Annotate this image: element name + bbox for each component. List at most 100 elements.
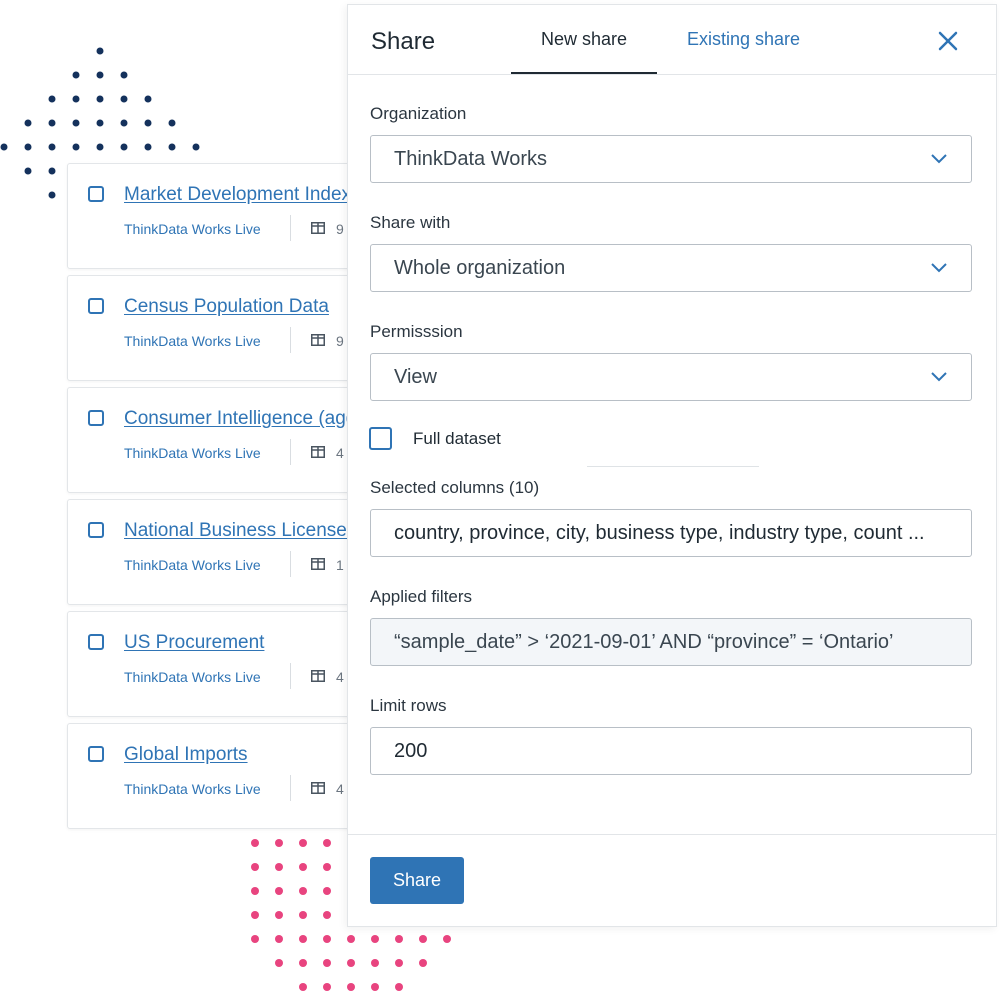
dataset-provider: ThinkData Works Live	[124, 669, 261, 685]
dataset-count: 9	[336, 333, 344, 349]
limit-rows-input[interactable]: 200	[370, 727, 972, 775]
decorative-dot	[48, 167, 56, 175]
decorative-dot	[120, 143, 128, 151]
share-button[interactable]: Share	[370, 857, 464, 904]
selected-columns-label: Selected columns (10)	[370, 478, 540, 497]
decorative-dot	[144, 95, 152, 103]
decorative-dot	[72, 95, 80, 103]
decorative-dot	[251, 863, 259, 871]
permission-value: View	[394, 366, 437, 388]
full-dataset-checkbox[interactable]	[369, 427, 392, 450]
chevron-down-icon	[931, 372, 947, 382]
close-icon[interactable]	[936, 29, 960, 53]
dataset-checkbox[interactable]	[88, 410, 104, 426]
dataset-title-link[interactable]: Global Imports	[124, 744, 248, 766]
dataset-card: Census Population Data ThinkData Works L…	[67, 275, 369, 381]
decorative-dot	[347, 935, 355, 943]
decorative-dot	[299, 983, 307, 991]
decorative-dot	[299, 935, 307, 943]
decorative-dot	[371, 935, 379, 943]
decorative-dot	[251, 887, 259, 895]
dataset-count: 4	[336, 669, 344, 685]
chevron-down-icon	[931, 263, 947, 273]
decorative-dot	[323, 839, 331, 847]
decorative-dot	[323, 983, 331, 991]
applied-filters-label: Applied filters	[370, 587, 473, 606]
divider	[290, 551, 291, 577]
dataset-checkbox[interactable]	[88, 298, 104, 314]
permission-select[interactable]: View	[370, 353, 972, 401]
dataset-count: 4	[336, 445, 344, 461]
share-with-select[interactable]: Whole organization	[370, 244, 972, 292]
dataset-count: 1	[336, 557, 344, 573]
selected-columns-field[interactable]: country, province, city, business type, …	[370, 509, 972, 557]
dataset-count: 4	[336, 781, 344, 797]
table-icon	[311, 334, 325, 346]
decorative-dot	[96, 71, 104, 79]
decorative-dot	[120, 119, 128, 127]
dataset-checkbox[interactable]	[88, 634, 104, 650]
dataset-checkbox[interactable]	[88, 522, 104, 538]
dataset-title-link[interactable]: Consumer Intelligence (agg	[124, 408, 356, 430]
limit-rows-value: 200	[394, 740, 428, 762]
dataset-title-link[interactable]: US Procurement	[124, 632, 264, 654]
decorative-dot	[323, 887, 331, 895]
decorative-dot	[144, 119, 152, 127]
decorative-dot	[275, 959, 283, 967]
decorative-dot	[419, 935, 427, 943]
decorative-dot	[347, 959, 355, 967]
table-icon	[311, 446, 325, 458]
decorative-dot	[323, 935, 331, 943]
table-icon	[311, 670, 325, 682]
decorative-dot	[48, 143, 56, 151]
decorative-dot	[347, 983, 355, 991]
dataset-card: US Procurement ThinkData Works Live 4	[67, 611, 369, 717]
dataset-provider: ThinkData Works Live	[124, 445, 261, 461]
decorative-dot	[299, 959, 307, 967]
dataset-card: National Business Licenses ThinkData Wor…	[67, 499, 369, 605]
decorative-dot	[168, 119, 176, 127]
decorative-dot	[251, 839, 259, 847]
decorative-dot	[72, 143, 80, 151]
decorative-dot	[72, 119, 80, 127]
organization-label: Organization	[370, 104, 467, 123]
share-panel: Share New share Existing share Organizat…	[347, 4, 997, 927]
table-icon	[311, 782, 325, 794]
decorative-dot	[323, 959, 331, 967]
decorative-dot	[251, 935, 259, 943]
decorative-dot	[251, 911, 259, 919]
dataset-checkbox[interactable]	[88, 746, 104, 762]
dataset-title-link[interactable]: National Business Licenses	[124, 520, 356, 542]
decorative-dot	[144, 143, 152, 151]
tab-new-share[interactable]: New share	[541, 29, 627, 50]
dataset-provider: ThinkData Works Live	[124, 221, 261, 237]
share-with-value: Whole organization	[394, 257, 566, 279]
divider	[290, 663, 291, 689]
dataset-provider: ThinkData Works Live	[124, 557, 261, 573]
limit-rows-label: Limit rows	[370, 696, 447, 715]
organization-select[interactable]: ThinkData Works	[370, 135, 972, 183]
decorative-dot	[24, 119, 32, 127]
decorative-dot	[275, 887, 283, 895]
dataset-provider: ThinkData Works Live	[124, 333, 261, 349]
divider	[290, 215, 291, 241]
decorative-dot	[48, 95, 56, 103]
decorative-dot	[299, 839, 307, 847]
applied-filters-field: “sample_date” > ‘2021-09-01’ AND “provin…	[370, 618, 972, 666]
decorative-dot	[443, 935, 451, 943]
permission-label: Permisssion	[370, 322, 463, 341]
dataset-provider: ThinkData Works Live	[124, 781, 261, 797]
tab-existing-share[interactable]: Existing share	[687, 29, 800, 50]
decorative-dot	[96, 119, 104, 127]
decorative-dot	[48, 119, 56, 127]
dataset-title-link[interactable]: Market Development Index	[124, 184, 351, 206]
divider	[290, 327, 291, 353]
share-with-label: Share with	[370, 213, 451, 232]
dataset-checkbox[interactable]	[88, 186, 104, 202]
decorative-dot	[395, 935, 403, 943]
dataset-title-link[interactable]: Census Population Data	[124, 296, 329, 318]
divider	[587, 466, 759, 467]
decorative-dot	[96, 143, 104, 151]
panel-title: Share	[371, 28, 436, 55]
decorative-dot	[395, 959, 403, 967]
